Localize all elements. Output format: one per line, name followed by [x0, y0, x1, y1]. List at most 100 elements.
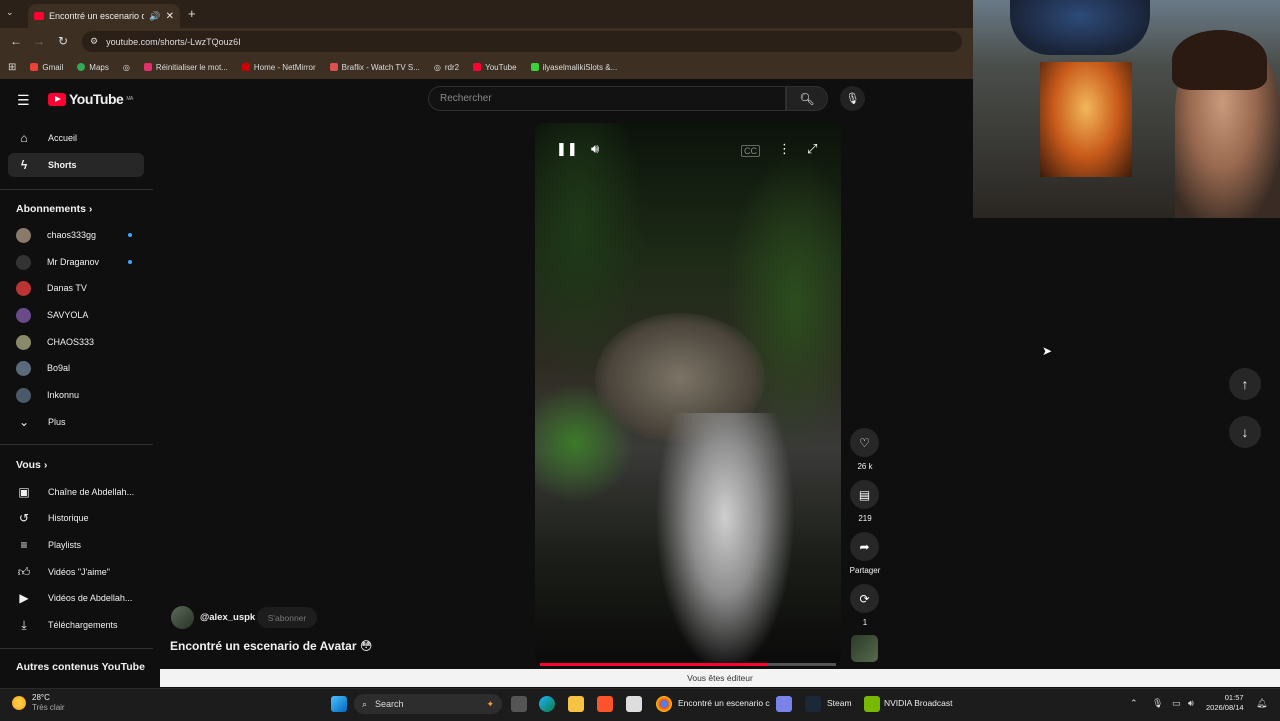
steam-icon[interactable] — [805, 696, 821, 712]
network-icon[interactable]: ▭ — [1172, 698, 1181, 709]
channel-name[interactable]: @alex_uspk — [200, 612, 255, 623]
globe-icon: ◎ — [433, 62, 441, 72]
steam-window-label[interactable]: Steam — [827, 698, 852, 708]
gmail-icon — [30, 63, 39, 71]
avatar — [16, 227, 31, 243]
teams-icon[interactable] — [776, 696, 792, 712]
sidebar-item-your-videos[interactable]: ▶ Vidéos de Abdellah... — [8, 586, 144, 610]
chrome-window-label[interactable]: Encontré un escenario c — [678, 698, 770, 708]
file-explorer-icon[interactable] — [568, 696, 584, 712]
search-highlight-icon: ✦ — [486, 698, 494, 709]
search-input[interactable]: Rechercher — [428, 86, 786, 111]
remix-button[interactable]: ⟳ — [850, 584, 879, 613]
windows-start-icon[interactable] — [331, 696, 347, 712]
nvidia-window-label[interactable]: NVIDIA Broadcast — [884, 698, 953, 708]
share-button[interactable]: ➦ — [850, 532, 879, 561]
captions-icon[interactable]: CC — [741, 145, 760, 157]
sidebar-item-more[interactable]: ⌄ Plus — [8, 410, 144, 434]
bookmark-netmirror[interactable]: Home - NetMirror — [241, 63, 316, 72]
search-button[interactable]: 🔍︎ — [786, 86, 828, 111]
next-short-button[interactable]: ↓ — [1229, 416, 1261, 448]
sidebar-item-history[interactable]: ↺ Historique — [8, 506, 144, 530]
apps-icon[interactable]: ⊞ — [8, 62, 16, 73]
bookmark-youtube[interactable]: YouTube — [473, 63, 517, 72]
bookmark-braflix[interactable]: Braflix - Watch TV S... — [329, 63, 420, 72]
sidebar-item-playlists[interactable]: ≡ Playlists — [8, 533, 144, 557]
volume-icon[interactable]: 🔊︎ — [1188, 698, 1194, 709]
divider — [0, 444, 153, 445]
chevron-down-icon: ⌄ — [18, 415, 30, 429]
audio-icon[interactable]: 🔊 — [149, 11, 160, 22]
tray-chevron-icon[interactable]: ⌃ — [1130, 698, 1138, 709]
editor-notice: Vous êtes éditeur — [160, 669, 1280, 687]
bookmark-slots[interactable]: ilyaselmalikiSlots &... — [530, 63, 617, 72]
youtube-logo[interactable]: YouTube MA — [48, 91, 133, 107]
sound-thumbnail[interactable] — [851, 635, 878, 662]
forward-icon[interactable]: → — [33, 34, 45, 48]
chrome-icon[interactable] — [656, 696, 672, 712]
close-tab-icon[interactable]: ✕ — [166, 11, 180, 22]
comments-button[interactable]: ▤ — [850, 480, 879, 509]
reload-icon[interactable]: ↻ — [58, 34, 68, 48]
video-progress-bar[interactable] — [540, 663, 768, 666]
voice-search-button[interactable]: 🎙︎ — [840, 86, 865, 111]
weather-widget[interactable]: 28°C Très clair — [12, 693, 65, 713]
sidebar-item-sub[interactable]: Bo9al — [8, 356, 144, 380]
sidebar-item-sub[interactable]: Danas TV — [8, 276, 144, 300]
avatar — [16, 280, 31, 296]
sidebar-item-sub[interactable]: chaos333gg — [8, 223, 144, 247]
nvidia-icon[interactable] — [864, 696, 880, 712]
playlist-icon: ≡ — [20, 538, 28, 552]
previous-short-button[interactable]: ↑ — [1229, 368, 1261, 400]
menu-icon[interactable]: ☰ — [17, 92, 30, 109]
sidebar-item-sub[interactable]: Mr Draganov — [8, 250, 144, 274]
sidebar-item-sub[interactable]: SAVYOLA — [8, 303, 144, 327]
you-header[interactable]: Vous › — [16, 459, 47, 471]
bookmark-rdr2[interactable]: ◎ rdr2 — [434, 63, 459, 72]
new-content-dot — [128, 260, 132, 264]
subscriptions-header[interactable]: Abonnements › — [16, 203, 92, 215]
bookmark-maps[interactable]: Maps — [77, 63, 109, 72]
pause-icon[interactable]: ❚❚ — [556, 141, 578, 157]
brave-icon[interactable] — [597, 696, 613, 712]
edge-icon[interactable] — [539, 696, 555, 712]
address-bar[interactable]: ⚙ youtube.com/shorts/-LwzTQouz6I — [82, 31, 962, 52]
short-video-player[interactable] — [535, 123, 841, 667]
like-button[interactable]: ♡ — [850, 428, 879, 457]
more-options-icon[interactable]: ⋮ — [778, 141, 791, 157]
bookmark-reset-password[interactable]: Réinitialiser le mot... — [143, 63, 228, 72]
remix-icon: ⟳ — [859, 591, 870, 606]
arrow-up-icon: ↑ — [1241, 376, 1249, 392]
new-tab-button[interactable]: + — [188, 6, 196, 21]
notification-icon[interactable]: 🔔︎ — [1256, 698, 1267, 709]
back-icon[interactable]: ← — [10, 34, 22, 48]
active-tab[interactable]: Encontré un escenario de A 🔊 ✕ — [28, 4, 180, 28]
fullscreen-icon[interactable]: ⤢ — [807, 141, 817, 157]
globe-icon: ◎ — [122, 62, 130, 72]
microphone-icon: 🎙︎ — [845, 93, 860, 105]
store-icon[interactable] — [626, 696, 642, 712]
sidebar-item-sub[interactable]: Inkonnu — [8, 383, 144, 407]
like-count: 26 k — [857, 462, 873, 471]
bookmark-globe[interactable]: ◎ — [123, 63, 130, 72]
sidebar-item-channel[interactable]: ▣ Chaîne de Abdellah... — [8, 480, 144, 504]
sidebar-item-shorts[interactable]: ϟ Shorts — [8, 153, 144, 177]
site-info-icon[interactable]: ⚙ — [90, 36, 98, 47]
sidebar-item-downloads[interactable]: ⤓ Téléchargements — [8, 613, 144, 637]
taskbar-search[interactable]: ⌕ Search ✦ — [354, 694, 502, 714]
bookmark-gmail[interactable]: Gmail — [30, 63, 63, 72]
system-clock[interactable]: 01:57 2026/08/14 — [1206, 693, 1244, 713]
microphone-icon[interactable]: 🎙︎ — [1152, 698, 1163, 709]
new-content-dot — [128, 233, 132, 237]
youtube-play-icon — [48, 92, 66, 106]
sidebar-item-sub[interactable]: CHAOS333 — [8, 330, 144, 354]
subscribe-button[interactable]: S'abonner — [257, 607, 317, 628]
divider — [0, 648, 153, 649]
tab-search-icon[interactable]: ⌄ — [6, 7, 14, 18]
sidebar-item-home[interactable]: ⌂ Accueil — [8, 126, 144, 150]
url-text: youtube.com/shorts/-LwzTQouz6I — [106, 36, 241, 47]
channel-avatar[interactable] — [171, 606, 194, 629]
task-view-icon[interactable] — [511, 696, 527, 712]
volume-icon[interactable]: 🔊︎ — [591, 141, 599, 157]
sidebar-item-liked[interactable]: 👍︎ Vidéos "J'aime" — [8, 560, 144, 584]
